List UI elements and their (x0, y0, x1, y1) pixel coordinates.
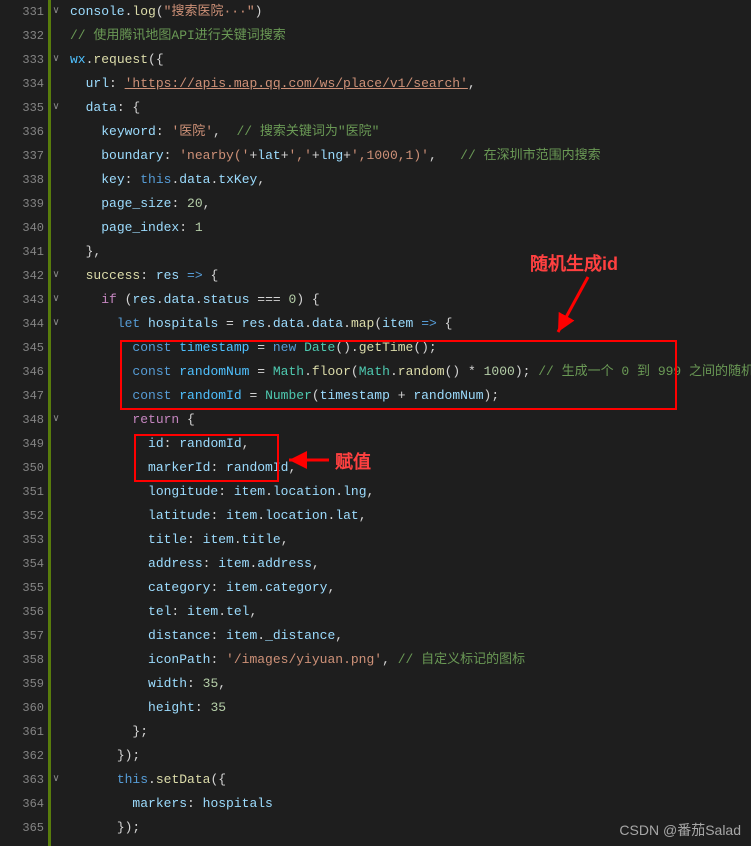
code-area[interactable]: console.log("搜索医院···") // 使用腾讯地图API进行关键词… (66, 0, 751, 846)
code-line[interactable]: boundary: 'nearby('+lat+','+lng+',1000,1… (70, 144, 751, 168)
code-line[interactable]: address: item.address, (70, 552, 751, 576)
line-number: 340 (0, 216, 44, 240)
code-line[interactable]: id: randomId, (70, 432, 751, 456)
line-number: 338 (0, 168, 44, 192)
code-line[interactable]: markers: hospitals (70, 792, 751, 816)
line-number: 337 (0, 144, 44, 168)
watermark: CSDN @番茄Salad (619, 820, 741, 840)
line-number: 354 (0, 552, 44, 576)
line-number: 334 (0, 72, 44, 96)
line-number: 353 (0, 528, 44, 552)
fold-icon[interactable]: ∨ (50, 6, 62, 18)
annotation-label-assign: 赋值 (335, 448, 371, 474)
code-line[interactable]: url: 'https://apis.map.qq.com/ws/place/v… (70, 72, 751, 96)
code-line[interactable]: category: item.category, (70, 576, 751, 600)
code-line[interactable]: console.log("搜索医院···") (70, 0, 751, 24)
line-number: 348 (0, 408, 44, 432)
line-number: 362 (0, 744, 44, 768)
code-line[interactable]: }, (70, 240, 751, 264)
fold-icon[interactable]: ∨ (50, 294, 62, 306)
fold-gutter: ∨ ∨ ∨ ∨ ∨ ∨ ∨ ∨ (48, 0, 66, 846)
line-number: 342 (0, 264, 44, 288)
line-number: 341 (0, 240, 44, 264)
line-number: 339 (0, 192, 44, 216)
code-line[interactable]: this.setData({ (70, 768, 751, 792)
line-number-gutter: 3313323333343353363373383393403413423433… (0, 0, 48, 846)
code-line[interactable]: const randomNum = Math.floor(Math.random… (70, 360, 751, 384)
line-number: 336 (0, 120, 44, 144)
line-number: 345 (0, 336, 44, 360)
line-number: 352 (0, 504, 44, 528)
fold-icon[interactable]: ∨ (50, 54, 62, 66)
code-line[interactable]: longitude: item.location.lng, (70, 480, 751, 504)
line-number: 347 (0, 384, 44, 408)
line-number: 346 (0, 360, 44, 384)
line-number: 343 (0, 288, 44, 312)
fold-icon[interactable]: ∨ (50, 102, 62, 114)
line-number: 350 (0, 456, 44, 480)
line-number: 355 (0, 576, 44, 600)
fold-icon[interactable]: ∨ (50, 414, 62, 426)
line-number: 359 (0, 672, 44, 696)
code-line[interactable]: keyword: '医院', // 搜索关键词为"医院" (70, 120, 751, 144)
line-number: 365 (0, 816, 44, 840)
code-line[interactable]: if (res.data.status === 0) { (70, 288, 751, 312)
line-number: 364 (0, 792, 44, 816)
line-number: 335 (0, 96, 44, 120)
code-line[interactable]: height: 35 (70, 696, 751, 720)
line-number: 363 (0, 768, 44, 792)
code-line[interactable]: wx.request({ (70, 48, 751, 72)
fold-icon[interactable]: ∨ (50, 774, 62, 786)
code-line[interactable]: return { (70, 408, 751, 432)
line-number: 351 (0, 480, 44, 504)
code-line[interactable]: key: this.data.txKey, (70, 168, 751, 192)
code-line[interactable]: data: { (70, 96, 751, 120)
line-number: 357 (0, 624, 44, 648)
code-line[interactable]: title: item.title, (70, 528, 751, 552)
code-line[interactable]: page_size: 20, (70, 192, 751, 216)
line-number: 360 (0, 696, 44, 720)
code-line[interactable]: // 使用腾讯地图API进行关键词搜索 (70, 24, 751, 48)
line-number: 349 (0, 432, 44, 456)
code-line[interactable]: const randomId = Number(timestamp + rand… (70, 384, 751, 408)
line-number: 344 (0, 312, 44, 336)
code-line[interactable]: latitude: item.location.lat, (70, 504, 751, 528)
code-line[interactable]: markerId: randomId, (70, 456, 751, 480)
code-editor[interactable]: 3313323333343353363373383393403413423433… (0, 0, 751, 846)
fold-icon[interactable]: ∨ (50, 318, 62, 330)
code-line[interactable]: page_index: 1 (70, 216, 751, 240)
code-line[interactable]: }; (70, 720, 751, 744)
code-line[interactable]: success: res => { (70, 264, 751, 288)
code-line[interactable]: width: 35, (70, 672, 751, 696)
code-line[interactable]: const timestamp = new Date().getTime(); (70, 336, 751, 360)
line-number: 331 (0, 0, 44, 24)
code-line[interactable]: tel: item.tel, (70, 600, 751, 624)
code-line[interactable]: let hospitals = res.data.data.map(item =… (70, 312, 751, 336)
fold-icon[interactable]: ∨ (50, 270, 62, 282)
annotation-label-random-id: 随机生成id (530, 250, 618, 276)
line-number: 356 (0, 600, 44, 624)
line-number: 333 (0, 48, 44, 72)
line-number: 358 (0, 648, 44, 672)
line-number: 332 (0, 24, 44, 48)
code-line[interactable]: }); (70, 744, 751, 768)
line-number: 361 (0, 720, 44, 744)
code-line[interactable]: iconPath: '/images/yiyuan.png', // 自定义标记… (70, 648, 751, 672)
code-line[interactable]: distance: item._distance, (70, 624, 751, 648)
